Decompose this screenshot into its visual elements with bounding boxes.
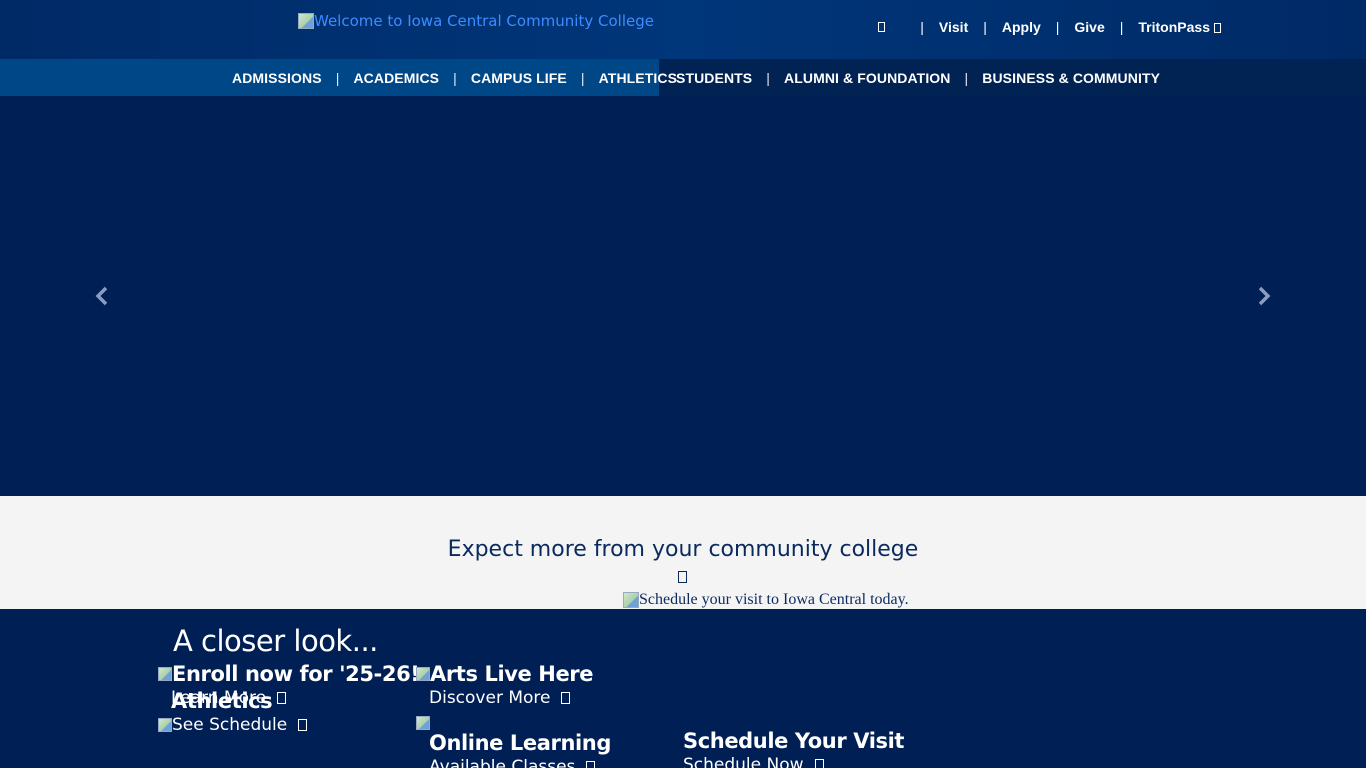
tile-cta-text: Schedule Now <box>683 755 804 768</box>
tile-cta-text: See Schedule <box>172 715 288 735</box>
broken-image-icon <box>158 718 172 732</box>
tile-arts[interactable]: Arts Live Here Discover More <box>416 662 594 708</box>
search-icon[interactable] <box>878 22 886 32</box>
utility-nav: | Visit | Apply | Give | TritonPass <box>878 19 1221 35</box>
chevron-left-icon <box>95 286 108 306</box>
arrow-icon <box>814 759 824 768</box>
tile-athletics-schedule[interactable]: See Schedule <box>158 713 308 735</box>
tile-athletics[interactable]: Athletics <box>171 689 273 713</box>
external-link-icon <box>1214 23 1221 34</box>
tile-online-learning[interactable]: Online Learning Available Classes <box>416 712 611 768</box>
visit-image-alt-text: Schedule your visit to Iowa Central toda… <box>639 591 909 608</box>
closer-look-section: A closer look... Enroll now for '25-26! … <box>0 609 1366 768</box>
separator: | <box>766 69 770 86</box>
separator: | <box>983 19 987 35</box>
arrow-icon <box>298 719 308 731</box>
tile-headline-text: Arts Live Here <box>430 662 594 686</box>
broken-image-icon <box>158 667 172 681</box>
expect-icon <box>678 571 687 583</box>
separator: | <box>335 69 340 86</box>
tile-headline: Arts Live Here <box>416 662 594 686</box>
main-nav-right: STUDENTS | ALUMNI & FOUNDATION | BUSINES… <box>676 59 1160 96</box>
expect-more-section: Expect more from your community college … <box>0 496 1366 609</box>
separator: | <box>453 69 457 86</box>
schedule-visit-image-link[interactable]: Schedule your visit to Iowa Central toda… <box>623 591 909 609</box>
tile-cta: Available Classes <box>429 757 611 768</box>
nav-item-academics[interactable]: ACADEMICS <box>353 70 439 86</box>
nav-item-campus-life[interactable]: CAMPUS LIFE <box>471 70 567 86</box>
college-logo-link[interactable]: Welcome to Iowa Central Community Colleg… <box>298 12 654 30</box>
expect-more-title: Expect more from your community college <box>447 537 919 562</box>
tile-headline: Online Learning <box>429 731 611 755</box>
arrow-icon <box>277 692 287 704</box>
separator: | <box>964 69 969 86</box>
tritonpass-label: TritonPass <box>1138 19 1210 35</box>
utility-link-tritonpass[interactable]: TritonPass <box>1138 19 1221 35</box>
broken-image-icon <box>298 13 314 29</box>
separator: | <box>1119 19 1124 35</box>
broken-image-icon <box>416 715 430 730</box>
tile-headline: Enroll now for '25-26! <box>158 662 420 686</box>
tile-headline-text: Enroll now for '25-26! <box>172 662 420 686</box>
nav-item-alumni-foundation[interactable]: ALUMNI & FOUNDATION <box>784 70 951 86</box>
main-nav: ADMISSIONS | ACADEMICS | CAMPUS LIFE | A… <box>0 59 1366 96</box>
nav-item-admissions[interactable]: ADMISSIONS <box>232 70 322 86</box>
site-header: Welcome to Iowa Central Community Colleg… <box>0 0 1366 59</box>
separator: | <box>580 69 585 86</box>
logo-alt-text: Welcome to Iowa Central Community Colleg… <box>314 12 654 30</box>
tile-cta: Discover More <box>429 688 593 708</box>
chevron-right-icon <box>1258 286 1271 306</box>
hero-carousel <box>0 96 1366 496</box>
utility-link-give[interactable]: Give <box>1074 19 1104 35</box>
tile-cta: See Schedule <box>158 715 308 735</box>
nav-item-students[interactable]: STUDENTS <box>676 70 752 86</box>
main-nav-left: ADMISSIONS | ACADEMICS | CAMPUS LIFE | A… <box>232 59 677 96</box>
tile-cta-text: Discover More <box>429 688 551 708</box>
broken-image-icon <box>416 667 430 681</box>
tile-headline: Athletics <box>171 689 273 713</box>
utility-link-visit[interactable]: Visit <box>939 19 968 35</box>
tile-headline: Schedule Your Visit <box>683 729 905 753</box>
arrow-icon <box>561 692 571 704</box>
broken-image-icon <box>623 592 639 608</box>
tile-cta: Schedule Now <box>683 755 904 768</box>
nav-item-business-community[interactable]: BUSINESS & COMMUNITY <box>982 70 1160 86</box>
separator: | <box>1055 19 1060 35</box>
carousel-next-button[interactable] <box>1254 283 1274 309</box>
nav-item-athletics[interactable]: ATHLETICS <box>599 70 677 86</box>
separator: | <box>920 19 924 35</box>
utility-link-apply[interactable]: Apply <box>1002 19 1041 35</box>
arrow-icon <box>586 761 596 768</box>
closer-look-title: A closer look... <box>173 624 378 658</box>
tile-cta-text: Available Classes <box>429 757 576 768</box>
tile-schedule-visit[interactable]: Schedule Your Visit Schedule Now <box>683 729 904 768</box>
carousel-prev-button[interactable] <box>92 283 112 309</box>
